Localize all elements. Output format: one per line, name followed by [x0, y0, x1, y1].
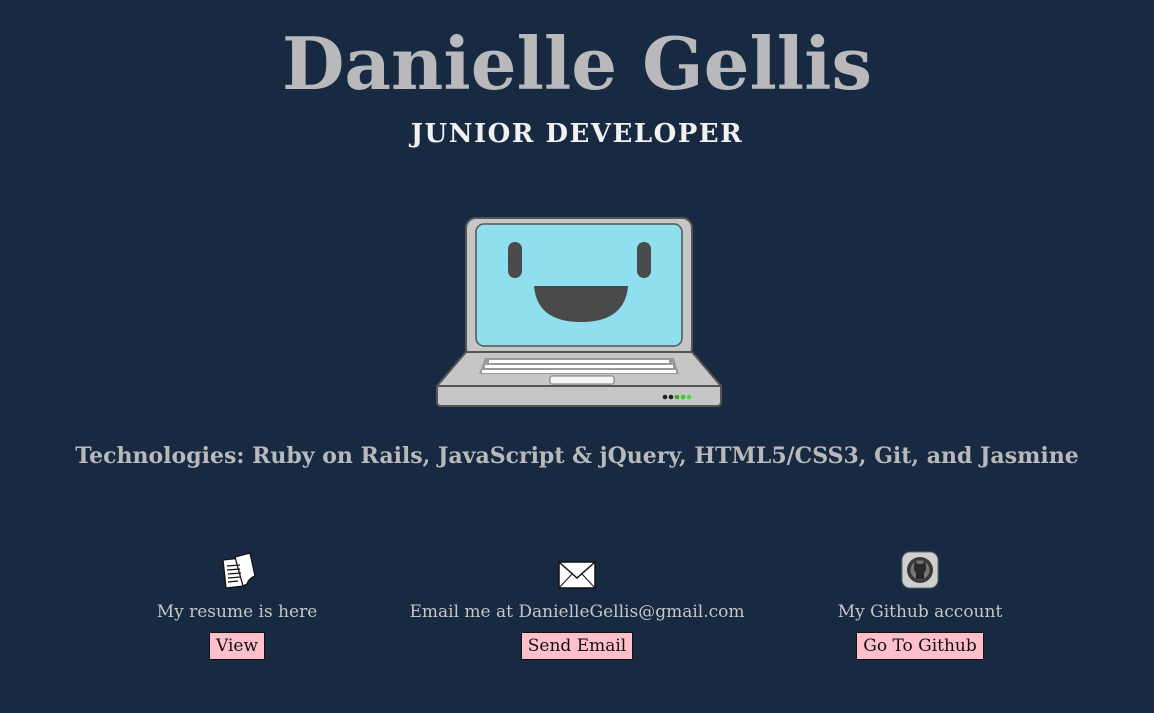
github-icon — [901, 551, 939, 589]
laptop-illustration — [436, 217, 722, 407]
view-resume-button[interactable]: View — [208, 632, 266, 660]
github-text: My Github account — [837, 602, 1003, 622]
resume-text: My resume is here — [156, 602, 318, 622]
document-icon — [222, 552, 256, 589]
technologies-text: Technologies: Ruby on Rails, JavaScript … — [75, 443, 1079, 469]
envelope-icon — [558, 561, 596, 589]
github-section: My Github account Go To Github — [790, 548, 1050, 660]
email-section: Email me at DanielleGellis@gmail.com Sen… — [400, 548, 754, 660]
go-to-github-button[interactable]: Go To Github — [856, 632, 984, 660]
job-title: JUNIOR DEVELOPER — [410, 119, 744, 149]
send-email-button[interactable]: Send Email — [520, 632, 634, 660]
page-title: Danielle Gellis — [281, 21, 873, 106]
resume-section: My resume is here View — [110, 548, 364, 660]
email-text: Email me at DanielleGellis@gmail.com — [409, 602, 745, 622]
